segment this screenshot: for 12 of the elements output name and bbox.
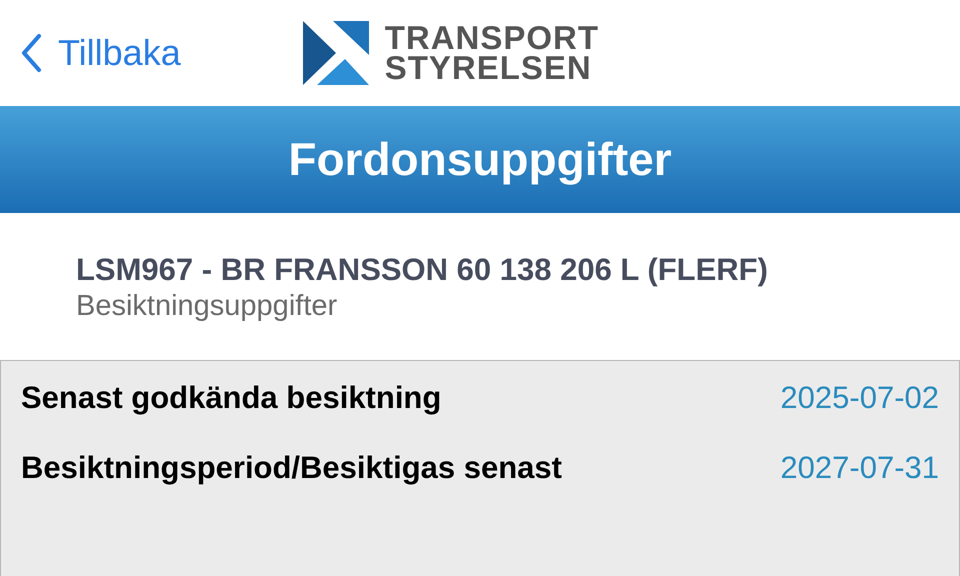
logo-icon [302,21,369,85]
back-button[interactable]: Tillbaka [20,26,181,80]
logo-text: TRANSPORT [384,23,600,53]
row-value: 2025-07-02 [780,378,939,417]
row-label: Besiktningsperiod/Besiktigas senast [21,448,562,487]
back-chevron-icon [20,33,42,73]
vehicle-title: LSM967 - BR FRANSSON 60 138 206 L (FLERF) [76,250,769,288]
page-title: Fordonsuppgifter [288,132,672,187]
logo-text: STYRELSEN [384,53,592,83]
vehicle-subtitle: Besiktningsuppgifter [76,288,338,322]
row-value: 2027-07-31 [780,448,939,487]
row-label: Senast godkända besiktning [21,378,442,417]
